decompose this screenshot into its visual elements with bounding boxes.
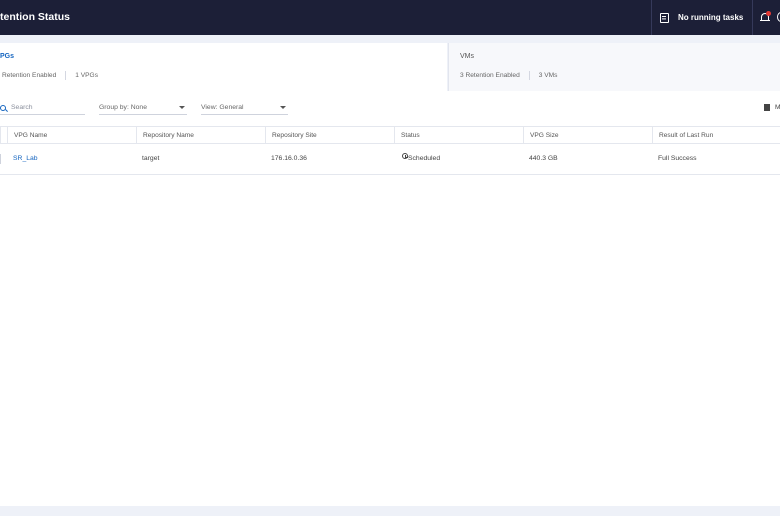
vpg-size-cell: 440.3 GB (529, 155, 558, 162)
more-actions-button[interactable]: M (764, 101, 780, 113)
top-bar: tention Status No running tasks (0, 0, 780, 35)
vms-summary-card[interactable]: VMs 3 Retention Enabled 3 VMs (448, 43, 780, 91)
row-selector[interactable] (0, 154, 3, 164)
stat-separator (65, 71, 67, 80)
vms-count: 3 VMs (538, 72, 558, 79)
chevron-down-icon (179, 106, 185, 109)
bell-icon[interactable] (760, 11, 771, 23)
more-label: M (775, 103, 780, 111)
main-panel: Group by: None View: General M VPG Name … (0, 91, 780, 506)
column-header-vpg-name[interactable]: VPG Name (7, 127, 136, 144)
running-tasks-label: No running tasks (678, 13, 744, 22)
notification-badge (766, 11, 771, 16)
repository-site-cell: 176.16.0.36 (271, 155, 307, 162)
filter-bar: Group by: None View: General M (0, 101, 780, 117)
table-row[interactable]: SR_Lab target 176.16.0.36 Scheduled 440.… (0, 144, 780, 175)
chevron-down-icon (280, 106, 286, 109)
vpgs-count: 1 VPGs (75, 72, 98, 79)
status-label: Scheduled (408, 155, 441, 162)
header-divider (651, 0, 652, 35)
search-box[interactable] (0, 101, 85, 115)
running-tasks-button[interactable]: No running tasks (660, 11, 743, 24)
stat-separator (528, 71, 530, 80)
vpgs-summary-title: PGs (0, 53, 15, 60)
status-cell: Scheduled (396, 144, 440, 174)
group-by-dropdown[interactable]: Group by: None (99, 101, 187, 115)
tasks-icon (660, 12, 669, 23)
retention-table: VPG Name Repository Name Repository Site… (0, 126, 780, 175)
table-header: VPG Name Repository Name Repository Site… (0, 126, 780, 144)
search-input[interactable] (11, 104, 81, 111)
page-title: tention Status (0, 11, 70, 23)
vpgs-summary-card[interactable]: PGs Retention Enabled 1 VPGs (0, 43, 447, 91)
more-icon (764, 103, 770, 111)
last-run-cell: Full Success (658, 155, 697, 162)
vms-retention-enabled: 3 Retention Enabled (460, 72, 520, 79)
vpgs-summary-stats: Retention Enabled 1 VPGs (2, 71, 98, 80)
view-value: View: General (201, 104, 244, 111)
repository-name-cell: target (142, 155, 160, 162)
clock-icon (402, 153, 408, 159)
header-divider (752, 0, 753, 35)
column-header-vpg-size[interactable]: VPG Size (523, 127, 652, 144)
vms-summary-stats: 3 Retention Enabled 3 VMs (460, 71, 557, 80)
column-header-repository-site[interactable]: Repository Site (265, 127, 394, 144)
vpgs-retention-enabled: Retention Enabled (2, 72, 57, 79)
vpg-name-link[interactable]: SR_Lab (7, 144, 38, 174)
vms-summary-title: VMs (460, 53, 474, 60)
column-header-last-run[interactable]: Result of Last Run (652, 127, 780, 144)
column-header-select[interactable] (0, 127, 7, 144)
view-dropdown[interactable]: View: General (201, 101, 288, 115)
bell-base (760, 20, 770, 22)
column-header-repository-name[interactable]: Repository Name (136, 127, 265, 144)
search-icon (0, 104, 6, 111)
group-by-value: Group by: None (99, 104, 147, 111)
column-header-status[interactable]: Status (394, 127, 523, 144)
